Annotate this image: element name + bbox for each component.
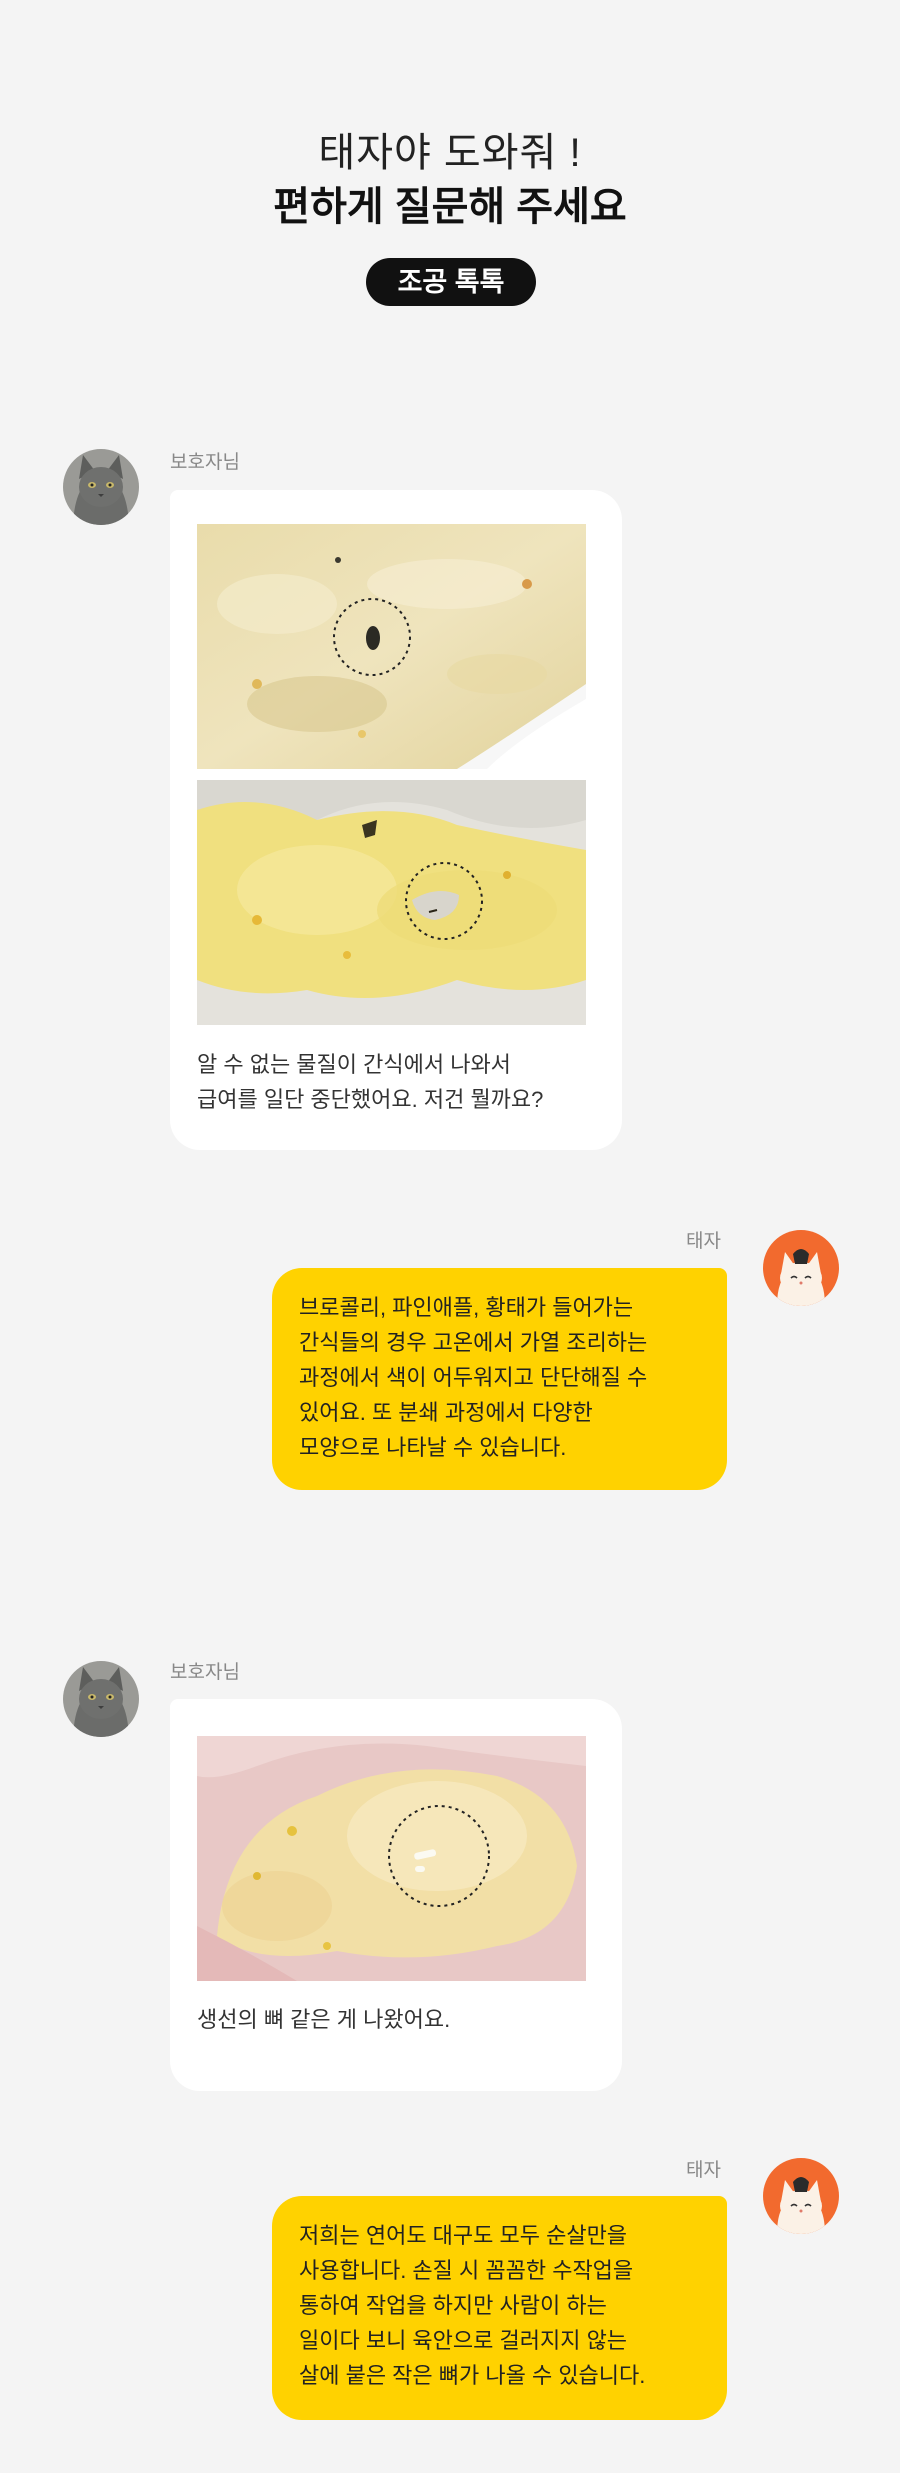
customer-avatar-cat-icon — [63, 449, 139, 525]
header-title-line1: 태자야 도와줘 ! — [318, 131, 582, 175]
sender-label-customer: 보호자님 — [170, 1662, 240, 1683]
photo-treat-dark-speck[interactable] — [197, 524, 586, 769]
photo-treat-bone[interactable] — [197, 1736, 586, 1981]
customer-message-text: 생선의 뼈 같은 게 나왔어요. — [197, 2007, 451, 2032]
sender-label-brand: 태자 — [686, 2160, 721, 2181]
sender-label-brand: 태자 — [686, 1231, 721, 1252]
brand-avatar-cat-icon — [763, 1230, 839, 1306]
brand-reply-text: 저희는 연어도 대구도 모두 순살만을 사용합니다. 손질 시 꼼꼼한 수작업을… — [299, 2223, 646, 2388]
page-header: 태자야 도와줘 ! 편하게 질문해 주세요 — [0, 128, 900, 232]
brand-avatar-cat-icon — [763, 2158, 839, 2234]
brand-reply-text: 브로콜리, 파인애플, 황태가 들어가는 간식들의 경우 고온에서 가열 조리하… — [299, 1295, 648, 1460]
section-badge: 조공 톡톡 — [366, 258, 536, 306]
customer-avatar-cat-icon — [63, 1661, 139, 1737]
photo-treat-hole[interactable] — [197, 780, 586, 1025]
header-title-line2: 편하게 질문해 주세요 — [273, 185, 627, 229]
customer-message-text: 알 수 없는 물질이 간식에서 나와서 급여를 일단 중단했어요. 저건 뭘까요… — [197, 1052, 544, 1112]
sender-label-customer: 보호자님 — [170, 452, 240, 473]
